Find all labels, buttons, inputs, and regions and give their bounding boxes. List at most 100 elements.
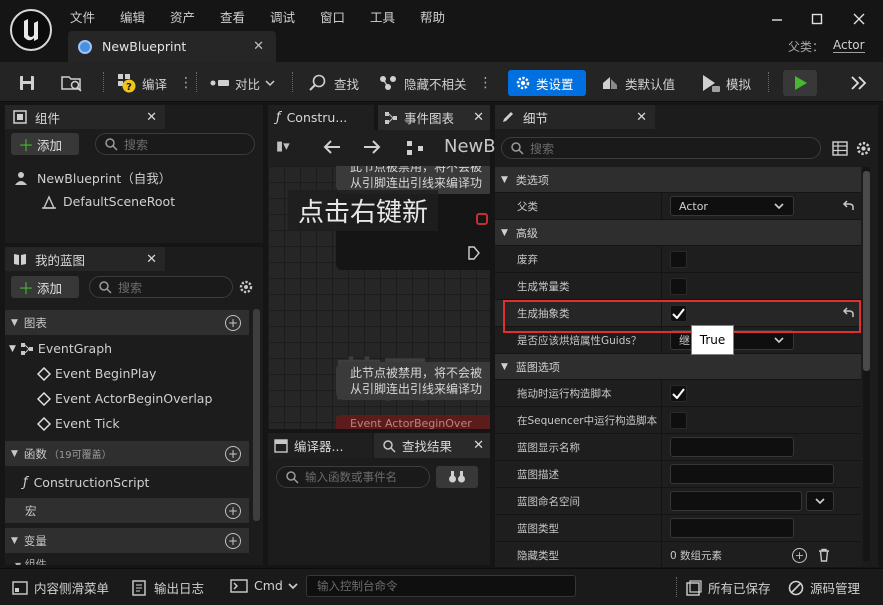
gear-icon[interactable] bbox=[855, 140, 872, 157]
back-arrow-icon[interactable] bbox=[322, 139, 342, 155]
cmd-dropdown[interactable]: Cmd bbox=[230, 578, 299, 593]
menu-view[interactable]: 查看 bbox=[220, 7, 245, 26]
add-element-icon[interactable]: + bbox=[792, 547, 807, 563]
components-subsection-partial[interactable]: ▼ 组件 bbox=[15, 556, 47, 565]
document-tab-newblueprint[interactable]: NewBlueprint ✕ bbox=[68, 31, 276, 62]
close-window-icon[interactable] bbox=[852, 12, 866, 26]
my-blueprint-tab[interactable]: 我的蓝图 ✕ bbox=[5, 247, 165, 271]
scrollbar-thumb[interactable] bbox=[863, 171, 870, 371]
close-icon[interactable]: ✕ bbox=[473, 438, 484, 453]
details-search-input[interactable]: 搜索 bbox=[501, 137, 821, 159]
bp-display-name-input[interactable] bbox=[670, 437, 794, 457]
tab-find-results[interactable]: 查找结果 ✕ bbox=[374, 433, 490, 458]
source-control-button[interactable]: 源码管理 bbox=[788, 578, 860, 597]
parent-class-dropdown[interactable]: Actor bbox=[670, 196, 794, 216]
add-member-button[interactable]: ＋ 添加 bbox=[11, 276, 79, 298]
close-icon[interactable]: ✕ bbox=[146, 110, 157, 125]
exec-pin-icon[interactable] bbox=[468, 246, 480, 260]
diff-icon bbox=[210, 80, 229, 86]
category-blueprint-options[interactable]: ▼ 蓝图选项 bbox=[495, 354, 861, 380]
compile-button[interactable]: ? 编译 ⋮ bbox=[116, 70, 193, 96]
play-button[interactable] bbox=[783, 70, 817, 96]
trash-icon[interactable] bbox=[817, 548, 831, 562]
category-advanced[interactable]: ▼ 高级 bbox=[495, 220, 861, 246]
graph-canvas[interactable]: 此节点被禁用，将不会被 从引脚连出引线来编译功 点击右键新 蓝图 此节点被禁用，… bbox=[268, 166, 490, 429]
components-tab[interactable]: 组件 ✕ bbox=[5, 105, 165, 129]
tab-event-graph[interactable]: 事件图表 ✕ bbox=[378, 105, 490, 130]
close-icon[interactable]: ✕ bbox=[636, 110, 647, 125]
details-tab[interactable]: 细节 ✕ bbox=[495, 105, 655, 129]
graph-breadcrumb[interactable]: NewB bbox=[444, 136, 496, 157]
save-button[interactable] bbox=[18, 70, 36, 96]
component-item-default-scene-root[interactable]: DefaultSceneRoot bbox=[41, 189, 175, 214]
tree-item-event[interactable]: Event Tick bbox=[37, 411, 120, 436]
tree-item-eventgraph[interactable]: ▼ EventGraph bbox=[9, 336, 112, 361]
add-circle-icon[interactable]: + bbox=[225, 314, 241, 331]
output-log-button[interactable]: 输出日志 bbox=[132, 578, 204, 597]
variables-section-header[interactable]: ▼ 变量 + bbox=[5, 528, 249, 553]
parent-class-link[interactable]: Actor bbox=[833, 38, 865, 53]
bookmark-icon[interactable]: ▮▾ bbox=[276, 139, 290, 154]
add-circle-icon[interactable]: + bbox=[225, 532, 241, 549]
find-in-all-blueprints-button[interactable] bbox=[436, 466, 478, 488]
scrollbar[interactable] bbox=[253, 309, 260, 521]
close-icon[interactable]: ✕ bbox=[473, 110, 484, 125]
tree-item-construction-script[interactable]: ƒ ConstructionScript bbox=[23, 470, 149, 495]
find-results-input[interactable]: 输入函数或事件名 bbox=[276, 466, 430, 488]
more-toolbar-button[interactable] bbox=[850, 70, 868, 96]
blueprint-class-icon bbox=[78, 39, 92, 54]
macros-section-header[interactable]: 宏 + bbox=[5, 498, 249, 523]
generate-const-class-checkbox[interactable] bbox=[670, 277, 687, 295]
tree-item-event[interactable]: Event BeginPlay bbox=[37, 361, 156, 386]
category-class-options[interactable]: ▼ 类选项 bbox=[495, 167, 861, 193]
more-options-icon[interactable]: ⋮ bbox=[479, 75, 493, 91]
functions-section-header[interactable]: ▼ 函数 （19可覆盖） + bbox=[5, 441, 249, 466]
add-component-button[interactable]: ＋ 添加 bbox=[11, 133, 79, 155]
maximize-icon[interactable] bbox=[810, 12, 824, 26]
tree-item-event[interactable]: Event ActorBeginOverlap bbox=[37, 386, 212, 411]
menu-asset[interactable]: 资产 bbox=[170, 7, 195, 26]
close-icon[interactable]: ✕ bbox=[253, 39, 264, 54]
graphs-section-header[interactable]: ▼ 图表 + bbox=[5, 310, 249, 335]
tab-construction-script[interactable]: ƒ Constru... bbox=[268, 105, 374, 130]
tab-compiler-results[interactable]: 编译器... bbox=[268, 433, 372, 458]
run-construction-on-drag-checkbox[interactable] bbox=[670, 384, 687, 402]
bp-namespace-dropdown[interactable] bbox=[806, 491, 834, 511]
menu-file[interactable]: 文件 bbox=[70, 7, 95, 26]
hide-unrelated-button[interactable]: 隐藏不相关 ⋮ bbox=[378, 70, 493, 96]
simulate-button[interactable]: 模拟 bbox=[700, 70, 751, 96]
menu-tools[interactable]: 工具 bbox=[370, 7, 395, 26]
add-circle-icon[interactable]: + bbox=[225, 445, 241, 462]
component-item-self[interactable]: NewBlueprint（自我） bbox=[13, 165, 171, 190]
class-settings-button[interactable]: 类设置 bbox=[508, 70, 586, 96]
bp-description-input[interactable] bbox=[670, 464, 834, 484]
my-blueprint-search-input[interactable]: 搜索 bbox=[89, 276, 233, 298]
bp-namespace-input[interactable] bbox=[670, 491, 802, 511]
console-input[interactable]: 输入控制台命令 bbox=[306, 575, 576, 597]
close-icon[interactable]: ✕ bbox=[146, 252, 157, 267]
gear-icon[interactable] bbox=[238, 279, 254, 295]
more-options-icon[interactable]: ⋮ bbox=[179, 75, 193, 91]
diff-button[interactable]: 对比 bbox=[209, 70, 276, 96]
run-construction-in-sequencer-checkbox[interactable] bbox=[670, 411, 687, 429]
components-search-input[interactable]: 搜索 bbox=[95, 133, 255, 155]
minimize-icon[interactable] bbox=[770, 12, 784, 26]
reset-to-default-icon[interactable] bbox=[841, 200, 855, 212]
content-drawer-button[interactable]: 内容侧滑菜单 bbox=[12, 578, 109, 597]
save-all-button[interactable]: 所有已保存 bbox=[686, 578, 771, 597]
menu-help[interactable]: 帮助 bbox=[420, 7, 445, 26]
browse-button[interactable] bbox=[60, 70, 84, 96]
find-button[interactable]: 查找 bbox=[308, 70, 359, 96]
class-defaults-button[interactable]: 类默认值 bbox=[600, 70, 675, 96]
event-node-header[interactable]: Event ActorBeginOver bbox=[336, 415, 490, 429]
menu-window[interactable]: 窗口 bbox=[320, 7, 345, 26]
menu-debug[interactable]: 调试 bbox=[270, 7, 295, 26]
add-circle-icon[interactable]: + bbox=[225, 502, 241, 519]
menu-edit[interactable]: 编辑 bbox=[120, 7, 145, 26]
deprecate-checkbox[interactable] bbox=[670, 250, 687, 268]
tree-item-label: Event Tick bbox=[55, 416, 120, 431]
bp-category-input[interactable] bbox=[670, 518, 794, 538]
unreal-logo-icon[interactable] bbox=[10, 9, 52, 51]
table-view-icon[interactable] bbox=[832, 141, 848, 156]
forward-arrow-icon[interactable] bbox=[362, 139, 382, 155]
